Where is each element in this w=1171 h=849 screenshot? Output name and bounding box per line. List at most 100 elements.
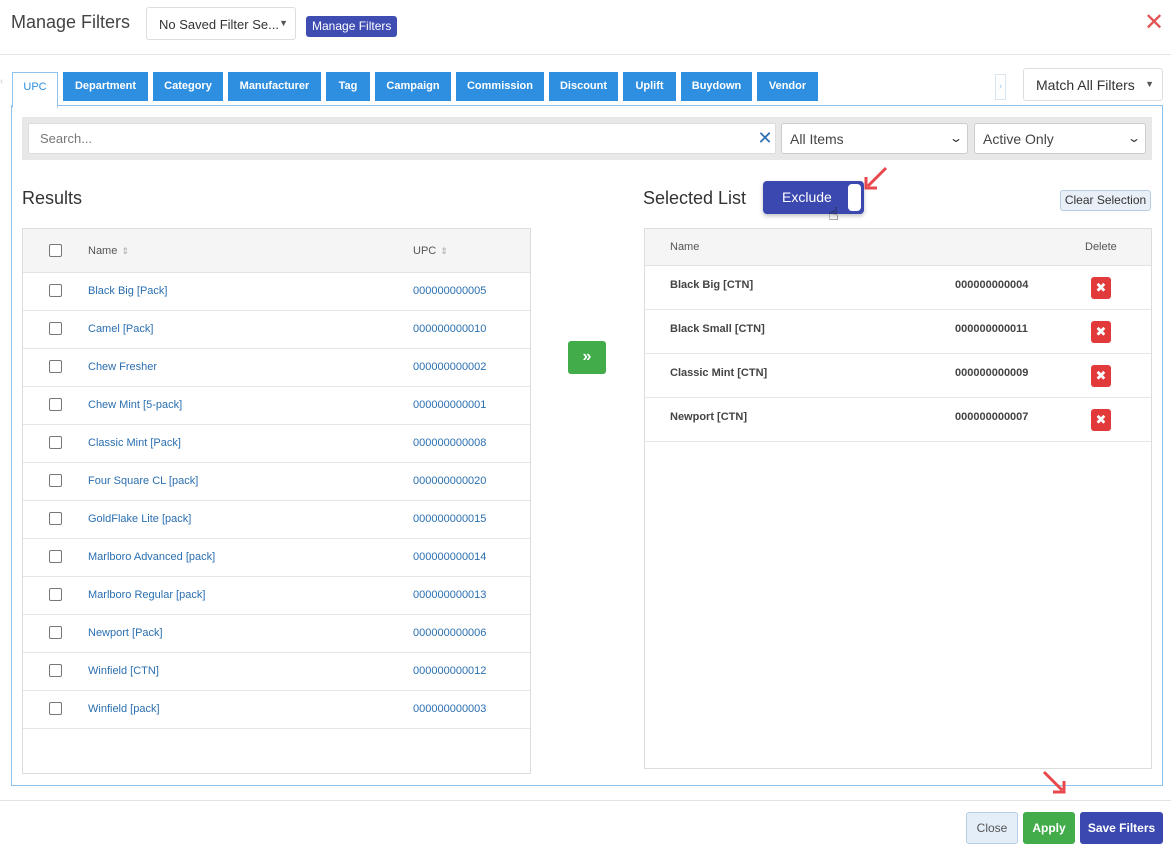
clear-selection-button[interactable]: Clear Selection: [1060, 190, 1151, 211]
item-upc-link[interactable]: 000000000008: [413, 437, 486, 449]
selected-item-name: Black Small [CTN]: [670, 323, 765, 335]
item-name-link[interactable]: GoldFlake Lite [pack]: [88, 513, 191, 525]
item-upc-link[interactable]: 000000000015: [413, 513, 486, 525]
delete-icon[interactable]: ✖: [1091, 321, 1111, 343]
tab-uplift[interactable]: Uplift: [623, 72, 676, 101]
row-checkbox[interactable]: [49, 322, 62, 335]
row-checkbox[interactable]: [49, 360, 62, 373]
tab-buydown[interactable]: Buydown: [681, 72, 752, 101]
row-checkbox[interactable]: [49, 436, 62, 449]
table-row[interactable]: Marlboro Advanced [pack] 000000000014: [23, 539, 530, 577]
row-checkbox[interactable]: [49, 474, 62, 487]
item-upc-link[interactable]: 000000000020: [413, 475, 486, 487]
row-checkbox[interactable]: [49, 626, 62, 639]
name-column-label: Name: [88, 245, 118, 257]
move-to-selected-button[interactable]: »: [568, 341, 606, 374]
chevron-down-icon: ⌄: [948, 131, 964, 145]
item-upc-link[interactable]: 000000000010: [413, 323, 486, 335]
sort-icon: ⇕: [121, 246, 129, 256]
exclude-toggle[interactable]: Exclude: [763, 181, 864, 214]
item-name-link[interactable]: Chew Mint [5-pack]: [88, 399, 182, 411]
manage-filters-button[interactable]: Manage Filters: [306, 16, 398, 37]
name-column-header[interactable]: Name ⇕: [88, 245, 129, 257]
footer-divider: [0, 800, 1171, 801]
save-filters-button[interactable]: Save Filters: [1080, 812, 1163, 844]
tab-vendor[interactable]: Vendor: [757, 72, 818, 101]
selected-item-upc: 000000000004: [955, 279, 1029, 291]
clear-search-icon[interactable]: ✕: [757, 129, 773, 147]
item-name-link[interactable]: Newport [Pack]: [88, 627, 163, 639]
results-title: Results: [22, 188, 83, 208]
selected-row: Newport [CTN] 000000000007 ✖: [645, 398, 1151, 442]
annotation-arrow-icon: [864, 166, 888, 190]
match-filters-select[interactable]: Match All Filters ▼: [1023, 68, 1163, 101]
tab-scroll-left-icon[interactable]: ‹: [0, 76, 8, 100]
close-button[interactable]: Close: [966, 812, 1018, 844]
item-name-link[interactable]: Classic Mint [Pack]: [88, 437, 181, 449]
selected-row: Black Small [CTN] 000000000011 ✖: [645, 310, 1151, 354]
item-name-link[interactable]: Black Big [Pack]: [88, 285, 167, 297]
items-filter-select[interactable]: All Items ⌄: [781, 123, 968, 154]
items-filter-value: All Items: [790, 131, 844, 147]
item-upc-link[interactable]: 000000000006: [413, 627, 486, 639]
row-checkbox[interactable]: [49, 550, 62, 563]
table-row[interactable]: Newport [Pack] 000000000006: [23, 615, 530, 653]
close-icon[interactable]: ✕: [1143, 11, 1165, 35]
item-upc-link[interactable]: 000000000014: [413, 551, 486, 563]
item-name-link[interactable]: Winfield [pack]: [88, 703, 160, 715]
chevron-down-icon: ⌄: [1126, 131, 1142, 145]
table-row[interactable]: Camel [Pack] 000000000010: [23, 311, 530, 349]
tab-category[interactable]: Category: [153, 72, 223, 101]
tab-tag[interactable]: Tag: [326, 72, 370, 101]
upc-column-header[interactable]: UPC ⇕: [413, 245, 448, 257]
table-row[interactable]: Four Square CL [pack] 000000000020: [23, 463, 530, 501]
apply-button[interactable]: Apply: [1023, 812, 1075, 844]
table-row[interactable]: GoldFlake Lite [pack] 000000000015: [23, 501, 530, 539]
selected-item-upc: 000000000007: [955, 411, 1029, 423]
row-checkbox[interactable]: [49, 702, 62, 715]
select-all-checkbox[interactable]: [49, 244, 62, 257]
row-checkbox[interactable]: [49, 664, 62, 677]
table-row[interactable]: Winfield [CTN] 000000000012: [23, 653, 530, 691]
item-name-link[interactable]: Camel [Pack]: [88, 323, 153, 335]
selected-list-title: Selected List: [643, 188, 747, 208]
table-row[interactable]: Winfield [pack] 000000000003: [23, 691, 530, 729]
item-upc-link[interactable]: 000000000005: [413, 285, 486, 297]
item-name-link[interactable]: Chew Fresher: [88, 361, 157, 373]
row-checkbox[interactable]: [49, 398, 62, 411]
table-row[interactable]: Chew Fresher 000000000002: [23, 349, 530, 387]
status-filter-select[interactable]: Active Only ⌄: [974, 123, 1146, 154]
upc-column-label: UPC: [413, 245, 437, 257]
table-row[interactable]: Marlboro Regular [pack] 000000000013: [23, 577, 530, 615]
tab-manufacturer[interactable]: Manufacturer: [228, 72, 321, 101]
delete-icon[interactable]: ✖: [1091, 409, 1111, 431]
tab-discount[interactable]: Discount: [549, 72, 618, 101]
tab-commission[interactable]: Commission: [456, 72, 544, 101]
table-row[interactable]: Chew Mint [5-pack] 000000000001: [23, 387, 530, 425]
item-upc-link[interactable]: 000000000013: [413, 589, 486, 601]
saved-filter-select[interactable]: No Saved Filter Se... ▼: [146, 7, 296, 40]
page-title: Manage Filters: [11, 12, 131, 32]
item-name-link[interactable]: Four Square CL [pack]: [88, 475, 198, 487]
item-upc-link[interactable]: 000000000001: [413, 399, 486, 411]
tab-scroll-right-icon[interactable]: ›: [995, 74, 1006, 100]
tab-upc[interactable]: UPC: [12, 72, 58, 108]
item-upc-link[interactable]: 000000000003: [413, 703, 486, 715]
item-name-link[interactable]: Winfield [CTN]: [88, 665, 159, 677]
delete-icon[interactable]: ✖: [1091, 277, 1111, 299]
item-upc-link[interactable]: 000000000012: [413, 665, 486, 677]
search-input[interactable]: [28, 123, 776, 154]
row-checkbox[interactable]: [49, 588, 62, 601]
delete-icon[interactable]: ✖: [1091, 365, 1111, 387]
row-checkbox[interactable]: [49, 284, 62, 297]
item-name-link[interactable]: Marlboro Advanced [pack]: [88, 551, 215, 563]
item-name-link[interactable]: Marlboro Regular [pack]: [88, 589, 205, 601]
table-row[interactable]: Classic Mint [Pack] 000000000008: [23, 425, 530, 463]
selected-item-name: Black Big [CTN]: [670, 279, 754, 291]
tab-department[interactable]: Department: [63, 72, 148, 101]
table-row[interactable]: Black Big [Pack] 000000000005: [23, 273, 530, 311]
row-checkbox[interactable]: [49, 512, 62, 525]
caret-down-icon: ▼: [279, 18, 288, 28]
tab-campaign[interactable]: Campaign: [375, 72, 451, 101]
item-upc-link[interactable]: 000000000002: [413, 361, 486, 373]
